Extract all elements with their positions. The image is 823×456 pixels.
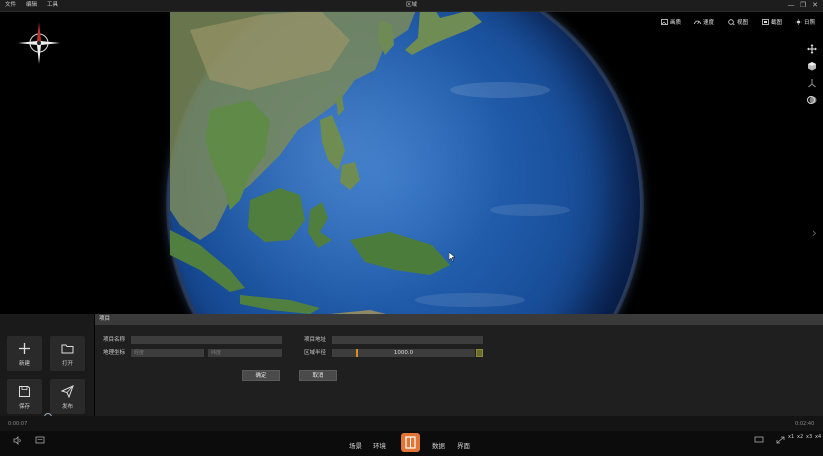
project-name-label: 项目名称 <box>103 337 126 343</box>
project-address-label: 项目地址 <box>304 337 327 343</box>
layers-icon[interactable] <box>806 94 818 106</box>
left-panel: 新建 打开 保存 发布 <box>0 314 94 431</box>
screenshot-label: 截图 <box>771 20 783 26</box>
menu-file[interactable]: 文件 <box>0 0 21 11</box>
geo-coordinate-label: 地理坐标 <box>103 350 126 356</box>
volume-icon[interactable] <box>13 436 23 445</box>
book-icon <box>405 436 416 449</box>
form-header: 项目 <box>95 314 823 325</box>
menu-bar: 文件 编辑 工具 <box>0 0 63 11</box>
cube-icon[interactable] <box>806 60 818 72</box>
window-title: 区域 <box>405 2 417 8</box>
radius-slider[interactable]: 1000.0 <box>332 349 475 357</box>
restore-button[interactable]: ❐ <box>797 0 809 11</box>
speed-button[interactable]: 速度 <box>694 18 714 26</box>
fullscreen-icon[interactable] <box>776 436 785 444</box>
menu-tools[interactable]: 工具 <box>42 0 63 11</box>
earth-globe <box>170 12 640 314</box>
close-button[interactable]: ✕ <box>809 0 821 11</box>
send-icon <box>61 385 74 398</box>
publish-button[interactable]: 发布 <box>50 379 85 414</box>
quality-label: 画质 <box>670 20 682 26</box>
view-button[interactable]: 视图 <box>728 18 748 26</box>
new-label: 新建 <box>18 361 30 367</box>
menu-edit[interactable]: 编辑 <box>21 0 42 11</box>
screenshot-button[interactable]: 截图 <box>762 18 782 26</box>
zoom-x4[interactable]: x4 <box>815 434 821 440</box>
zoom-x2[interactable]: x2 <box>797 434 803 440</box>
quality-button[interactable]: 画质 <box>661 18 681 26</box>
nav-interface[interactable]: 界面 <box>457 440 470 450</box>
axis-icon[interactable] <box>806 77 818 89</box>
project-form: 项目 项目名称 项目地址 地理坐标 经度 纬度 区域半径 1000.0 确定 取… <box>95 314 823 416</box>
form-title: 项目 <box>99 316 111 322</box>
nav-data[interactable]: 数据 <box>432 440 445 450</box>
minimize-button[interactable]: — <box>785 0 797 11</box>
speed-label: 速度 <box>703 20 715 26</box>
zoom-x3[interactable]: x3 <box>806 434 812 440</box>
plus-icon <box>19 343 30 354</box>
open-label: 打开 <box>61 361 73 367</box>
save-icon <box>19 386 30 397</box>
gauge-icon <box>694 20 701 25</box>
move-icon[interactable] <box>806 43 818 55</box>
compass-icon[interactable] <box>18 22 60 64</box>
current-time: 0:00:07 <box>8 421 28 427</box>
continents-layer <box>170 12 570 314</box>
picture-icon <box>661 19 668 25</box>
radius-value: 1000.0 <box>393 350 414 356</box>
total-time: 0:02:40 <box>795 421 815 427</box>
sunlight-button[interactable]: 日照 <box>795 18 815 26</box>
save-button[interactable]: 保存 <box>7 379 42 414</box>
zoom-x1[interactable]: x1 <box>788 434 794 440</box>
mouse-cursor-icon <box>449 252 456 262</box>
timeline-bar: 0:00:07 0:02:40 <box>0 416 823 431</box>
save-label: 保存 <box>18 404 30 410</box>
monitor-icon[interactable] <box>754 436 764 444</box>
project-address-input[interactable] <box>332 336 483 344</box>
chevron-right-icon[interactable]: › <box>812 226 817 240</box>
cancel-button[interactable]: 取消 <box>299 370 337 381</box>
open-button[interactable]: 打开 <box>50 336 85 371</box>
radius-label: 区域半径 <box>304 350 327 356</box>
confirm-button[interactable]: 确定 <box>242 370 280 381</box>
latitude-input[interactable]: 纬度 <box>208 349 282 357</box>
longitude-input[interactable]: 经度 <box>131 349 204 357</box>
radius-color-swatch[interactable] <box>476 349 483 357</box>
sunlight-label: 日照 <box>804 20 816 26</box>
new-button[interactable]: 新建 <box>7 336 42 371</box>
view-label: 视图 <box>737 20 749 26</box>
subtitle-icon[interactable] <box>35 436 45 445</box>
project-name-input[interactable] <box>131 336 282 344</box>
publish-label: 发布 <box>61 404 73 410</box>
window-controls: — ❐ ✕ <box>785 0 821 11</box>
folder-icon <box>61 344 74 354</box>
screenshot-icon <box>762 19 769 25</box>
nav-scene[interactable]: 场景 <box>349 440 362 450</box>
globe-viewport[interactable]: 画质 速度 视图 截图 日照 › <box>0 12 823 314</box>
view-icon <box>728 19 735 25</box>
sun-icon <box>795 19 802 25</box>
nav-environment[interactable]: 环境 <box>373 440 386 450</box>
title-bar: 文件 编辑 工具 区域 — ❐ ✕ <box>0 0 823 12</box>
nav-active-button[interactable] <box>401 433 420 452</box>
bottom-bar: 场景 环境 数据 界面 x1 x2 x3 x4 <box>0 431 823 456</box>
